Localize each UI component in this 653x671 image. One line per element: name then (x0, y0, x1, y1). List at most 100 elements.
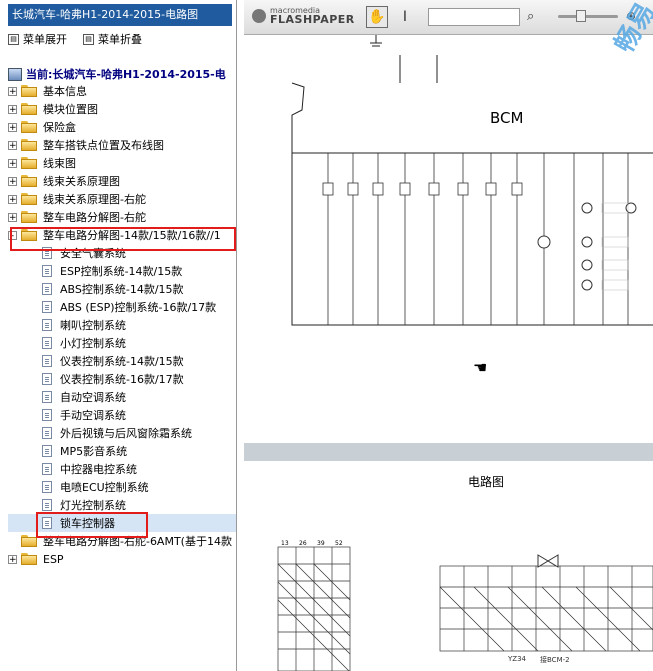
tree-item-ground-points[interactable]: + 整车搭铁点位置及布线图 (8, 136, 236, 154)
folder-icon (21, 193, 37, 205)
document-icon (42, 355, 52, 367)
collapse-icon[interactable]: - (8, 230, 17, 240)
connector-caption: 接BCM-2 (540, 656, 570, 664)
tree-child-mirror-defrost[interactable]: 外后视镜与后风窗除霜系统 (8, 424, 236, 442)
folder-icon (21, 535, 37, 547)
hand-tool-button[interactable]: ✋ (366, 6, 388, 28)
tree-item-basic-info[interactable]: + 基本信息 (8, 82, 236, 100)
tree-child-label: 喇叭控制系统 (60, 319, 126, 332)
tree-child-label: 自动空调系统 (60, 391, 126, 404)
collapse-icon: ▤ (83, 33, 94, 45)
tree-child-label: 灯光控制系统 (60, 499, 126, 512)
collapse-menu-button[interactable]: ▤ 菜单折叠 (83, 31, 142, 47)
document-page-2: 13 26 39 52 (244, 461, 653, 671)
tree-child-label: ABS (ESP)控制系统-16款/17款 (60, 301, 217, 314)
document-icon (42, 481, 52, 493)
text-select-button[interactable]: I (398, 6, 412, 28)
tree-item-module-location[interactable]: + 模块位置图 (8, 100, 236, 118)
tree-child-lighting[interactable]: 灯光控制系统 (8, 496, 236, 514)
document-icon (42, 499, 52, 511)
col-header: 13 (281, 540, 289, 547)
tree-child-ecu[interactable]: 电喷ECU控制系统 (8, 478, 236, 496)
tree-item-circuit-rhd-6amt[interactable]: 整车电路分解图-右舵-6AMT(基于14款 (8, 532, 236, 550)
tree-child-lock-controller[interactable]: 锁车控制器 (8, 514, 236, 532)
document-icon (42, 247, 52, 259)
tree-item-fuse-box[interactable]: + 保险盒 (8, 118, 236, 136)
tree-child-horn[interactable]: 喇叭控制系统 (8, 316, 236, 334)
expander-icon[interactable]: + (8, 194, 17, 204)
tree-child-manual-ac[interactable]: 手动空调系统 (8, 406, 236, 424)
tree-child-cluster-16-17[interactable]: 仪表控制系统-16款/17款 (8, 370, 236, 388)
expander-icon[interactable]: + (8, 86, 17, 96)
tree-item-harness-relation-rhd[interactable]: + 线束关系原理图-右舵 (8, 190, 236, 208)
document-icon (42, 265, 52, 277)
tree-item-harness-relation[interactable]: + 线束关系原理图 (8, 172, 236, 190)
document-icon (42, 427, 52, 439)
tree-child-small-lamp[interactable]: 小灯控制系统 (8, 334, 236, 352)
tree-item-harness[interactable]: + 线束图 (8, 154, 236, 172)
expander-icon[interactable]: + (8, 554, 17, 564)
folder-icon (21, 175, 37, 187)
computer-icon (8, 67, 22, 81)
macromedia-logo-icon (252, 9, 266, 23)
connector-grid-diagram: 13 26 39 52 (277, 540, 653, 671)
tree-item-label: 线束关系原理图-右舵 (43, 193, 146, 206)
tree-view: + 基本信息 + 模块位置图 + 保险盒 + 整车搭铁点位置及布线图 + 线束图 + 线束关… (8, 82, 236, 568)
expander-icon[interactable]: + (8, 158, 17, 168)
document-icon (42, 445, 52, 457)
tree-item-label: 保险盒 (43, 121, 76, 134)
folder-icon (21, 139, 37, 151)
tree-child-label: 锁车控制器 (60, 517, 115, 530)
viewer-toolbar: macromedia FLASHPAPER ✋ I ⌕ ⊕ (244, 0, 653, 35)
tree-item-label: 线束关系原理图 (43, 175, 120, 188)
search-input[interactable] (428, 8, 520, 26)
tree-child-abs-14-15[interactable]: ABS控制系统-14款/15款 (8, 280, 236, 298)
tree-item-label: 整车搭铁点位置及布线图 (43, 139, 164, 152)
document-icon (42, 337, 52, 349)
expand-menu-button[interactable]: ▤ 菜单展开 (8, 31, 67, 47)
tree-child-label: MP5影音系统 (60, 445, 128, 458)
tree-child-airbag[interactable]: 安全气囊系统 (8, 244, 236, 262)
document-icon (42, 517, 52, 529)
expand-icon: ▤ (8, 33, 19, 45)
flashpaper-logo: macromedia FLASHPAPER (270, 6, 355, 25)
expander-icon[interactable]: + (8, 212, 17, 222)
menu-bar: ▤ 菜单展开 ▤ 菜单折叠 (8, 30, 142, 48)
tree-child-label: 小灯控制系统 (60, 337, 126, 350)
folder-icon (21, 85, 37, 97)
expander-icon[interactable]: + (8, 140, 17, 150)
zoom-slider-track[interactable] (558, 15, 618, 18)
zoom-slider-thumb[interactable] (576, 10, 586, 22)
tree-child-abs-esp-16-17[interactable]: ABS (ESP)控制系统-16款/17款 (8, 298, 236, 316)
tree-item-esp[interactable]: + ESP (8, 550, 236, 568)
tree-item-circuit-14-17[interactable]: - 整车电路分解图-14款/15款/16款//1 (8, 226, 236, 244)
page-gap (244, 443, 653, 461)
tree-child-label: 外后视镜与后风窗除霜系统 (60, 427, 192, 440)
tree-child-esp-14-15[interactable]: ESP控制系统-14款/15款 (8, 262, 236, 280)
expander-placeholder (8, 536, 17, 546)
tree-item-circuit-rhd[interactable]: + 整车电路分解图-右舵 (8, 208, 236, 226)
navigation-panel: 长城汽车-哈弗H1-2014-2015-电路图 ▤ 菜单展开 ▤ 菜单折叠 当前… (0, 0, 237, 671)
tree-child-mp5[interactable]: MP5影音系统 (8, 442, 236, 460)
tree-child-label: 安全气囊系统 (60, 247, 126, 260)
expander-icon[interactable]: + (8, 104, 17, 114)
document-icon (42, 391, 52, 403)
document-page-1: ☚ (244, 35, 653, 443)
tree-child-auto-ac[interactable]: 自动空调系统 (8, 388, 236, 406)
col-header: 39 (317, 540, 325, 547)
folder-icon (21, 121, 37, 133)
collapse-menu-label: 菜单折叠 (98, 33, 142, 46)
folder-icon (21, 103, 37, 115)
tree-item-label: 整车电路分解图-14款/15款/16款//1 (43, 229, 221, 242)
search-icon[interactable]: ⌕ (527, 9, 543, 25)
tree-child-label: 电喷ECU控制系统 (60, 481, 149, 494)
tree-child-cluster-14-15[interactable]: 仪表控制系统-14款/15款 (8, 352, 236, 370)
tree-child-label: 中控器电控系统 (60, 463, 137, 476)
expander-icon[interactable]: + (8, 176, 17, 186)
current-document[interactable]: 当前:长城汽车-哈弗H1-2014-2015-电 (8, 66, 226, 82)
expand-menu-label: 菜单展开 (23, 33, 67, 46)
tree-child-label: ESP控制系统-14款/15款 (60, 265, 183, 278)
tree-child-label: 手动空调系统 (60, 409, 126, 422)
tree-child-central-lock[interactable]: 中控器电控系统 (8, 460, 236, 478)
expander-icon[interactable]: + (8, 122, 17, 132)
